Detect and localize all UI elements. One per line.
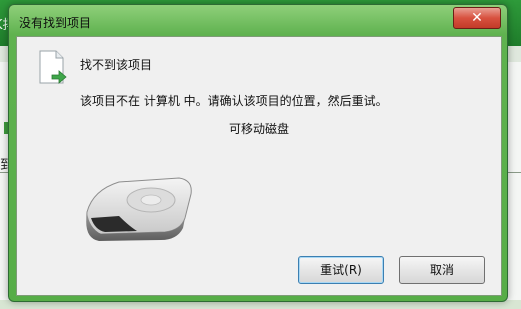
dialog-heading: 找不到该项目 bbox=[80, 58, 153, 72]
dialog-titlebar[interactable]: 没有找到项目 ✕ bbox=[9, 5, 507, 35]
cancel-button[interactable]: 取消 bbox=[399, 256, 485, 284]
dialog-content: 找不到该项目 该项目不在 计算机 中。请确认该项目的位置，然后重试。 可移动磁盘… bbox=[16, 36, 502, 296]
dialog-title: 没有找到项目 bbox=[19, 16, 92, 30]
close-icon: ✕ bbox=[471, 10, 483, 26]
item-not-found-dialog: 没有找到项目 ✕ 找不到该项目 该项目不在 计算机 中。请确认该项目的位置，然后… bbox=[8, 4, 508, 302]
removable-drive-icon bbox=[86, 177, 192, 241]
retry-button[interactable]: 重试(R) bbox=[298, 256, 384, 284]
device-label: 可移动磁盘 bbox=[228, 122, 289, 136]
dialog-message: 该项目不在 计算机 中。请确认该项目的位置，然后重试。 bbox=[80, 94, 388, 108]
close-button[interactable]: ✕ bbox=[453, 7, 501, 29]
document-arrow-icon bbox=[39, 50, 67, 84]
